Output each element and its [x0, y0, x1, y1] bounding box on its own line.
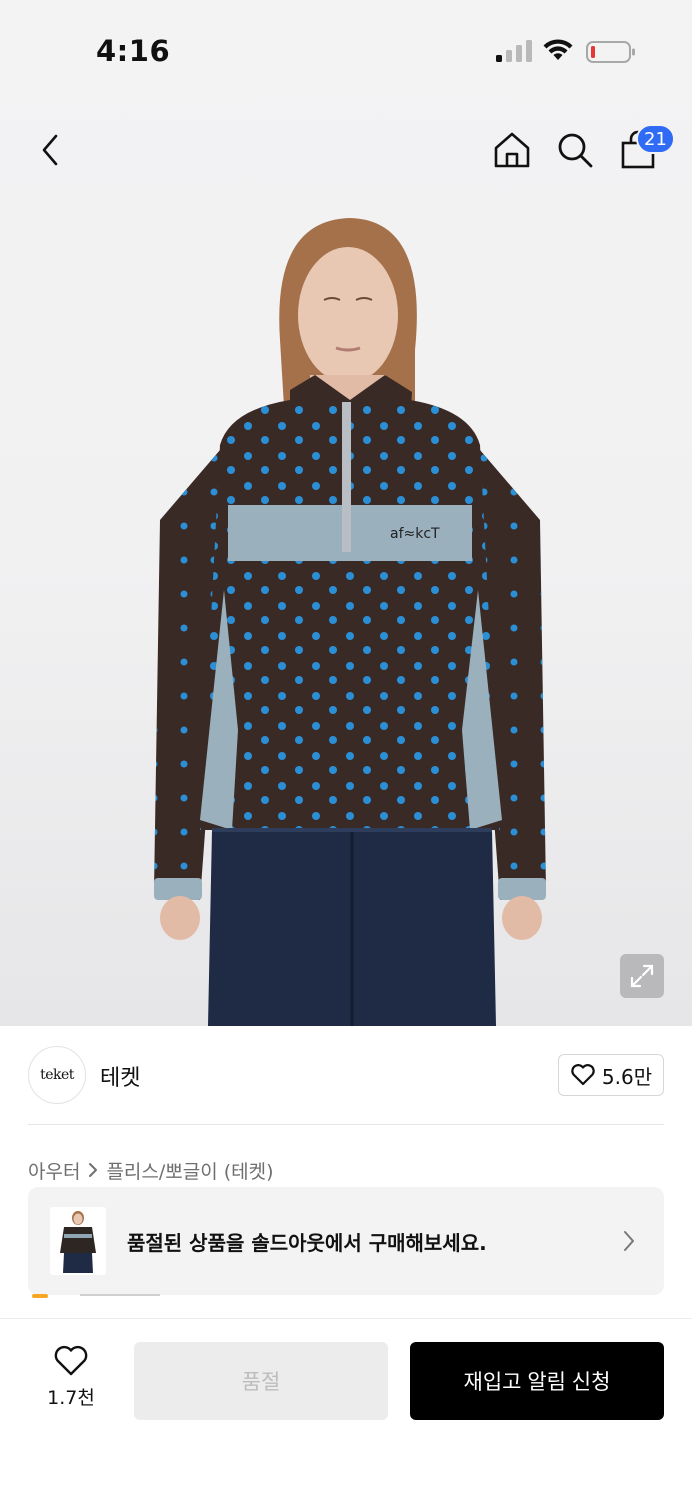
breadcrumb-item-fleece[interactable]: 플리스/뽀글이 (테켓)	[106, 1157, 273, 1184]
brand-like-count: 5.6만	[601, 1064, 653, 1089]
expand-image-button[interactable]	[620, 954, 664, 998]
soldout-banner[interactable]: 품절된 상품을 솔드아웃에서 구매해보세요.	[28, 1187, 664, 1295]
heart-outline-icon	[54, 1345, 88, 1376]
chevron-right-icon	[624, 1231, 634, 1251]
star-icon	[32, 1294, 48, 1298]
chevron-right-icon	[89, 1163, 98, 1177]
search-button[interactable]	[549, 124, 601, 176]
status-bar: 4:16	[0, 0, 692, 100]
brand-row: teket 테켓 5.6만	[0, 1026, 692, 1126]
heart-outline-icon	[571, 1064, 595, 1086]
divider	[28, 1124, 664, 1125]
status-time: 4:16	[96, 34, 171, 68]
breadcrumb-item-outer[interactable]: 아우터	[28, 1157, 80, 1184]
restock-alert-button[interactable]: 재입고 알림 신청	[410, 1342, 664, 1420]
brand-logo-text: teket	[40, 1067, 74, 1083]
chevron-left-icon	[42, 134, 58, 166]
expand-icon	[630, 964, 654, 988]
back-button[interactable]	[24, 124, 76, 176]
soldout-button[interactable]: 품절	[134, 1342, 388, 1420]
battery-low-icon	[586, 41, 635, 63]
brand-name[interactable]: 테켓	[100, 1060, 140, 1092]
peek-divider	[80, 1294, 160, 1296]
wifi-icon	[543, 39, 573, 60]
bottom-action-bar: 1.7천 품절 재입고 알림 신청	[0, 1318, 692, 1500]
signal-icon	[496, 40, 532, 62]
home-icon	[494, 132, 530, 168]
cart-badge: 21	[636, 124, 675, 154]
brand-like-button[interactable]: 5.6만	[558, 1054, 664, 1096]
home-button[interactable]	[486, 124, 538, 176]
product-like-count: 1.7천	[47, 1387, 95, 1409]
search-icon	[558, 133, 593, 168]
soldout-banner-text: 품절된 상품을 솔드아웃에서 구매해보세요.	[127, 1231, 487, 1255]
product-thumbnail	[50, 1207, 106, 1275]
brand-logo[interactable]: teket	[28, 1046, 86, 1104]
breadcrumb: 아우터 플리스/뽀글이 (테켓)	[28, 1156, 274, 1184]
product-like-button[interactable]: 1.7천	[40, 1345, 102, 1415]
model-illustration: af≈kcT	[154, 218, 546, 1026]
product-image-area: 4:16 21 af≈kcT	[0, 0, 692, 1026]
svg-text:af≈kcT: af≈kcT	[390, 526, 440, 542]
